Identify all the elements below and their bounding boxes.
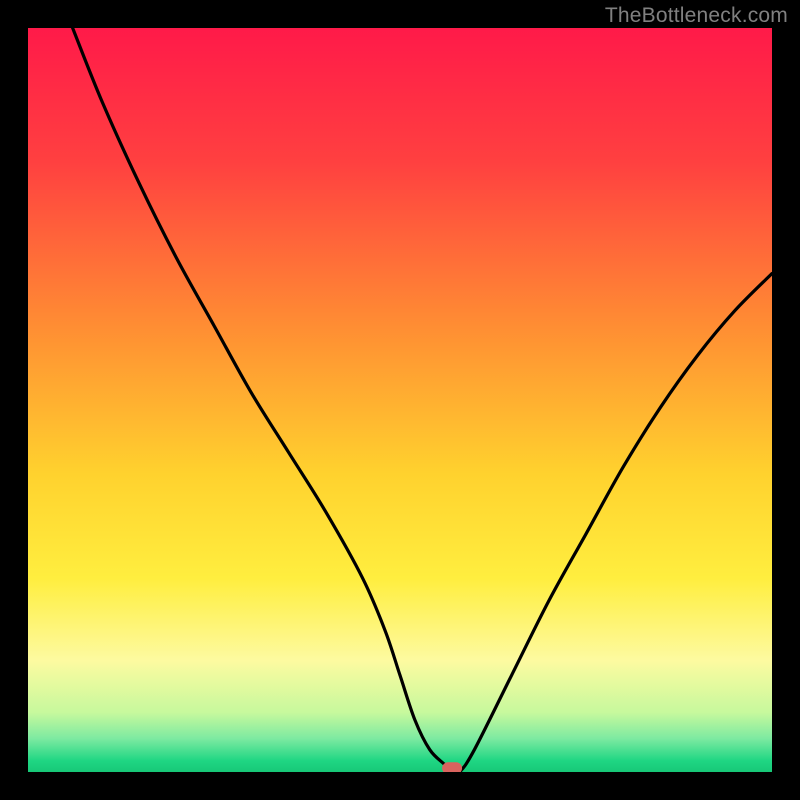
chart-background — [28, 28, 772, 772]
minimum-marker — [442, 762, 462, 772]
watermark-text: TheBottleneck.com — [605, 4, 788, 28]
bottleneck-chart — [28, 28, 772, 772]
chart-frame: TheBottleneck.com — [0, 0, 800, 800]
